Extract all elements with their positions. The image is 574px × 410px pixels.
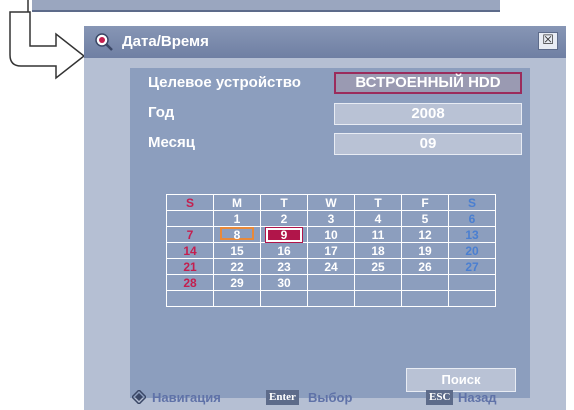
calendar-week-row: 21 22 23 24 25 26 27 bbox=[166, 258, 496, 275]
calendar-day[interactable]: 15 bbox=[213, 242, 261, 259]
calendar-empty-cell bbox=[307, 290, 355, 307]
calendar-day[interactable]: 21 bbox=[166, 258, 214, 275]
settings-panel: Целевое устройство ВСТРОЕННЫЙ HDD Год 20… bbox=[130, 68, 530, 398]
calendar-week-row: 14 15 16 17 18 19 20 bbox=[166, 242, 496, 259]
calendar-day-selected[interactable]: 9 bbox=[260, 226, 308, 243]
calendar-day[interactable]: 11 bbox=[354, 226, 402, 243]
calendar-week-row: 28 29 30 bbox=[166, 274, 496, 291]
calendar-day[interactable]: 20 bbox=[448, 242, 496, 259]
calendar-empty-cell bbox=[166, 210, 214, 227]
calendar-weekday-header: T bbox=[354, 194, 402, 211]
calendar-weekday-header: S bbox=[448, 194, 496, 211]
device-label: Целевое устройство bbox=[148, 74, 301, 91]
calendar-day[interactable]: 19 bbox=[401, 242, 449, 259]
enter-key-icon: Enter bbox=[266, 390, 299, 405]
calendar-day[interactable]: 16 bbox=[260, 242, 308, 259]
calendar-empty-cell bbox=[448, 274, 496, 291]
calendar-day-cursor[interactable]: 8 bbox=[213, 226, 261, 243]
year-label: Год bbox=[148, 104, 175, 121]
calendar-weekday-header: S bbox=[166, 194, 214, 211]
calendar-day[interactable]: 26 bbox=[401, 258, 449, 275]
dialog-footer: Навигация Enter Выбор ESC Назад bbox=[84, 386, 566, 410]
esc-key-icon: ESC bbox=[426, 390, 454, 405]
calendar-weekday-header: M bbox=[213, 194, 261, 211]
calendar-day[interactable]: 5 bbox=[401, 210, 449, 227]
calendar-weekday-header: T bbox=[260, 194, 308, 211]
calendar-day[interactable]: 29 bbox=[213, 274, 261, 291]
calendar-day[interactable]: 14 bbox=[166, 242, 214, 259]
date-time-dialog: Дата/Время ☒ Целевое устройство ВСТРОЕНН… bbox=[84, 26, 566, 410]
calendar-day[interactable]: 18 bbox=[354, 242, 402, 259]
calendar-day[interactable]: 28 bbox=[166, 274, 214, 291]
calendar-day[interactable]: 30 bbox=[260, 274, 308, 291]
calendar-day[interactable]: 23 bbox=[260, 258, 308, 275]
navigation-hint: Навигация bbox=[152, 390, 221, 405]
calendar-day[interactable]: 17 bbox=[307, 242, 355, 259]
close-button[interactable]: ☒ bbox=[538, 32, 558, 50]
calendar-weekday-header: F bbox=[401, 194, 449, 211]
calendar-week-row: 7 8 9 10 11 12 13 bbox=[166, 226, 496, 243]
calendar-weekday-header: W bbox=[307, 194, 355, 211]
calendar-day[interactable]: 27 bbox=[448, 258, 496, 275]
calendar-day[interactable]: 10 bbox=[307, 226, 355, 243]
select-hint: Выбор bbox=[308, 390, 353, 405]
calendar-day[interactable]: 13 bbox=[448, 226, 496, 243]
calendar-day[interactable]: 7 bbox=[166, 226, 214, 243]
zoom-icon bbox=[95, 33, 113, 51]
month-field[interactable]: 09 bbox=[334, 133, 522, 155]
calendar-day[interactable]: 24 bbox=[307, 258, 355, 275]
calendar-grid: S M T W T F S 1 2 3 4 5 6 7 8 9 10 11 12 13 14 15 16 17 18 19 20 21… bbox=[166, 194, 496, 307]
device-field[interactable]: ВСТРОЕННЫЙ HDD bbox=[334, 72, 522, 94]
pointer-arrow-icon bbox=[9, 0, 86, 80]
calendar-day[interactable]: 2 bbox=[260, 210, 308, 227]
calendar-day[interactable]: 25 bbox=[354, 258, 402, 275]
calendar-weekday-row: SMTWTFS bbox=[166, 194, 496, 211]
calendar-week-row: 123456 bbox=[166, 210, 496, 227]
year-field[interactable]: 2008 bbox=[334, 103, 522, 125]
calendar-empty-cell bbox=[354, 274, 402, 291]
top-frame-strip bbox=[32, 0, 500, 12]
dialog-title: Дата/Время bbox=[122, 33, 209, 50]
back-hint: Назад bbox=[458, 390, 497, 405]
calendar-empty-cell bbox=[213, 290, 261, 307]
calendar-empty-cell bbox=[166, 290, 214, 307]
calendar-day[interactable]: 3 bbox=[307, 210, 355, 227]
navigation-arrows-icon bbox=[132, 390, 146, 404]
calendar-day-label: 8 bbox=[220, 227, 254, 242]
calendar-empty-cell bbox=[260, 290, 308, 307]
calendar-day[interactable]: 4 bbox=[354, 210, 402, 227]
calendar-empty-cell bbox=[401, 274, 449, 291]
calendar-empty-cell bbox=[354, 290, 402, 307]
month-label: Месяц bbox=[148, 134, 195, 151]
calendar-day-label: 9 bbox=[265, 226, 303, 243]
calendar-week-row bbox=[166, 290, 496, 307]
calendar-empty-cell bbox=[401, 290, 449, 307]
calendar-day[interactable]: 1 bbox=[213, 210, 261, 227]
calendar-day[interactable]: 6 bbox=[448, 210, 496, 227]
calendar-empty-cell bbox=[448, 290, 496, 307]
calendar-empty-cell bbox=[307, 274, 355, 291]
dialog-titlebar: Дата/Время ☒ bbox=[84, 26, 566, 58]
calendar-day[interactable]: 12 bbox=[401, 226, 449, 243]
calendar-day[interactable]: 22 bbox=[213, 258, 261, 275]
